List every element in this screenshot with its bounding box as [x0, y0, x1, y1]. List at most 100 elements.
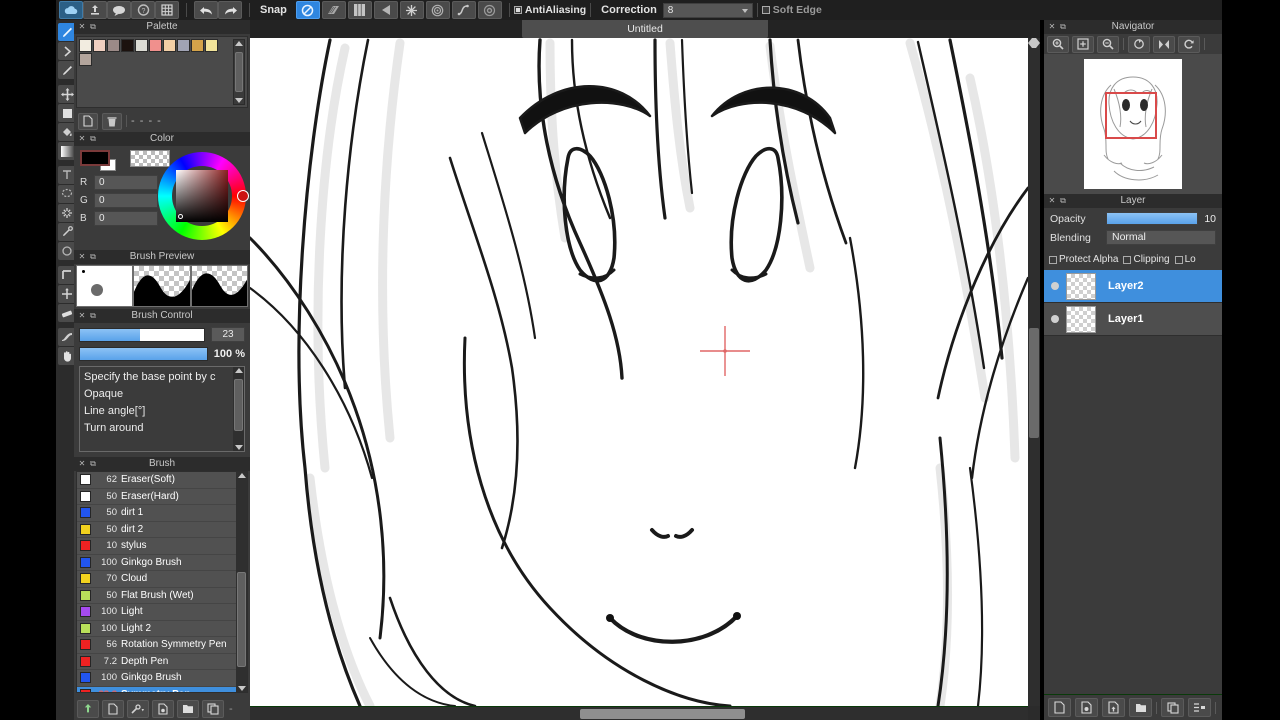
brush-control-scroll-down-icon[interactable] — [234, 445, 243, 450]
correction-dropdown[interactable]: 8 — [662, 2, 753, 18]
color-swatch-pair[interactable] — [80, 150, 122, 172]
snap-radial-icon[interactable] — [399, 1, 424, 19]
palette-scroll-down-icon[interactable] — [235, 98, 243, 103]
brush-list-scroll-thumb[interactable] — [237, 572, 246, 667]
grid-icon[interactable] — [155, 1, 179, 19]
brush-size-value[interactable]: 23 — [211, 327, 245, 342]
saturation-handle[interactable] — [178, 214, 183, 219]
navigator-float-icon[interactable]: ⧉ — [1058, 22, 1068, 32]
layer-float-icon[interactable]: ⧉ — [1058, 196, 1068, 206]
palette-swatch-6[interactable] — [163, 39, 176, 52]
zoom-out-button[interactable] — [1097, 35, 1119, 53]
brush-control-scroll-thumb[interactable] — [234, 379, 243, 431]
redo-icon[interactable] — [218, 1, 242, 19]
brush-list-scrollbar[interactable] — [236, 472, 247, 692]
color-wheel[interactable] — [158, 152, 249, 240]
brush-settings-button[interactable] — [127, 700, 149, 718]
layer-opacity-slider[interactable] — [1106, 212, 1199, 225]
zoom-in-button[interactable] — [1047, 35, 1069, 53]
snap-off-icon[interactable] — [295, 1, 320, 19]
duplicate-layer-button[interactable] — [1075, 698, 1098, 717]
layer-close-icon[interactable]: ✕ — [1047, 196, 1057, 206]
brush-control-scrollbar[interactable] — [233, 367, 244, 451]
palette-swatch-3[interactable] — [121, 39, 134, 52]
transparency-swatch[interactable] — [130, 150, 170, 167]
flip-horizontal-button[interactable] — [1153, 35, 1175, 53]
snap-grid-icon[interactable] — [347, 1, 372, 19]
snap-perspective-icon[interactable] — [373, 1, 398, 19]
palette-swatch-10[interactable] — [79, 53, 92, 66]
protect-alpha-checkbox[interactable]: Protect Alpha — [1049, 254, 1118, 265]
snap-concentric-icon[interactable] — [425, 1, 450, 19]
drawing-canvas[interactable] — [250, 38, 1028, 706]
layer-list[interactable]: Layer2 Layer1 — [1044, 270, 1222, 336]
brush-list-item[interactable]: 100 Light — [77, 604, 239, 621]
document-tab[interactable]: Untitled — [522, 20, 768, 38]
rotate-reset-button[interactable] — [1178, 35, 1200, 53]
brush-option-item[interactable]: Specify the base point by c — [84, 369, 240, 386]
brush-list-item[interactable]: 70 Cloud — [77, 571, 239, 588]
snap-focus-icon[interactable] — [477, 1, 502, 19]
brush-list-item[interactable]: 100 Ginkgo Brush — [77, 670, 239, 687]
foreground-color-swatch[interactable] — [80, 150, 110, 166]
brush-list-item[interactable]: 100 Light 2 — [77, 621, 239, 637]
layer-visibility-icon[interactable] — [1044, 310, 1066, 328]
color-float-icon[interactable]: ⧉ — [88, 134, 98, 144]
fit-to-screen-button[interactable] — [1072, 35, 1094, 53]
layer-visibility-icon[interactable] — [1044, 277, 1066, 295]
layer-list-item[interactable]: Layer1 — [1044, 303, 1222, 336]
palette-swatch-9[interactable] — [205, 39, 218, 52]
brush-list-item[interactable]: 50 dirt 2 — [77, 522, 239, 538]
new-layer-above-button[interactable] — [1102, 698, 1125, 717]
navigator-close-icon[interactable]: ✕ — [1047, 22, 1057, 32]
palette-swatch-2[interactable] — [107, 39, 120, 52]
lock-checkbox[interactable]: Lo — [1174, 254, 1196, 265]
palette-scroll-up-icon[interactable] — [235, 41, 243, 46]
new-palette-button[interactable] — [78, 112, 98, 130]
brush-list-item[interactable]: 50 Flat Brush (Wet) — [77, 588, 239, 604]
layer-menu-button[interactable] — [1188, 698, 1211, 717]
brush-opacity-slider[interactable] — [79, 347, 208, 361]
brush-list-item[interactable]: 10 stylus — [77, 538, 239, 555]
new-brush-button[interactable] — [102, 700, 124, 718]
brush-panel-close-icon[interactable]: ✕ — [77, 459, 87, 469]
brush-list-item[interactable]: 23.3Symmetry Pen — [77, 686, 239, 692]
brush-size-slider[interactable] — [79, 327, 205, 342]
comment-icon[interactable] — [107, 1, 131, 19]
brush-list-item[interactable]: 62 Eraser(Soft) — [77, 472, 239, 489]
brush-control-options-list[interactable]: Specify the base point by c Opaque Line … — [79, 366, 245, 452]
palette-swatch-0[interactable] — [79, 39, 92, 52]
color-close-icon[interactable]: ✕ — [77, 134, 87, 144]
import-brush-button[interactable] — [77, 700, 99, 718]
new-layer-button[interactable] — [1048, 698, 1071, 717]
palette-float-icon[interactable]: ⧉ — [88, 22, 98, 32]
blue-channel-input[interactable]: 0 — [94, 211, 158, 226]
brush-panel-float-icon[interactable]: ⧉ — [88, 459, 98, 469]
navigator-thumbnail[interactable] — [1084, 59, 1182, 189]
artboard[interactable] — [250, 38, 1028, 706]
palette-swatch-5[interactable] — [149, 39, 162, 52]
brush-preview-close-icon[interactable]: ✕ — [77, 252, 87, 262]
help-icon[interactable]: ? — [131, 1, 155, 19]
upload-icon[interactable] — [83, 1, 107, 19]
snap-curve-icon[interactable] — [451, 1, 476, 19]
cloud-icon[interactable] — [59, 1, 83, 19]
soft-edge-checkbox[interactable]: Soft Edge — [761, 4, 822, 16]
layer-blending-select[interactable]: Normal — [1106, 230, 1216, 245]
new-folder-button[interactable] — [1129, 698, 1152, 717]
brush-list-scroll-up-icon[interactable] — [237, 473, 246, 478]
brush-control-close-icon[interactable]: ✕ — [77, 311, 87, 321]
palette-swatch-8[interactable] — [191, 39, 204, 52]
copy-brush-button[interactable] — [202, 700, 224, 718]
brush-folder-button[interactable] — [177, 700, 199, 718]
canvas-vertical-scroll-thumb[interactable] — [1029, 328, 1039, 438]
brush-list-scroll-down-icon[interactable] — [237, 686, 246, 691]
red-channel-input[interactable]: 0 — [94, 175, 158, 190]
palette-close-icon[interactable]: ✕ — [77, 22, 87, 32]
navigator-preview[interactable] — [1044, 54, 1222, 194]
color-square[interactable] — [176, 170, 228, 222]
canvas-horizontal-scroll-thumb[interactable] — [580, 709, 745, 719]
layer-list-item[interactable]: Layer2 — [1044, 270, 1222, 303]
brush-control-scroll-up-icon[interactable] — [234, 368, 243, 373]
brush-list-item[interactable]: 7.2 Depth Pen — [77, 654, 239, 670]
